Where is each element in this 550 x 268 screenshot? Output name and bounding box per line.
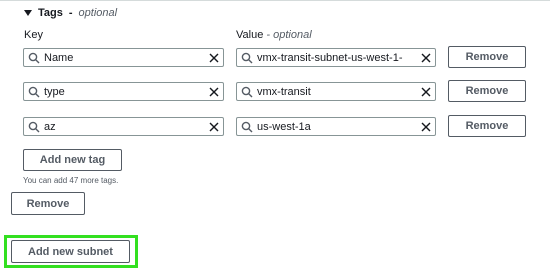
tags-section-title: Tags [38,7,63,19]
search-icon [24,121,44,133]
close-icon[interactable] [205,122,223,132]
close-icon[interactable] [205,87,223,97]
tags-section-optional: optional [78,7,118,19]
caret-down-icon[interactable] [24,10,32,16]
close-icon[interactable] [417,53,435,63]
tags-section-header[interactable]: Tags - optional [24,6,117,20]
remove-tag-button[interactable]: Remove [448,46,526,68]
add-new-subnet-button[interactable]: Add new subnet [11,240,130,263]
search-icon [237,86,257,98]
close-icon[interactable] [417,87,435,97]
tags-section-separator: - [68,7,73,19]
add-new-tag-button[interactable]: Add new tag [23,149,122,171]
close-icon[interactable] [417,122,435,132]
tag-limit-hint: You can add 47 more tags. [23,176,119,185]
search-icon [24,86,44,98]
tag-key-value: az [44,120,56,133]
remove-tag-button[interactable]: Remove [448,115,526,137]
tag-value-value: vmx-transit-subnet-us-west-1- [257,51,403,64]
tag-key-value: Name [44,51,74,64]
tag-value-input[interactable]: us-west-1a [236,117,436,136]
tag-key-input[interactable]: type [23,82,224,101]
tag-key-value: type [44,85,65,98]
section-divider [0,0,550,1]
remove-tag-button[interactable]: Remove [448,80,526,102]
close-icon[interactable] [205,53,223,63]
tag-value-input[interactable]: vmx-transit [236,82,436,101]
tag-value-input[interactable]: vmx-transit-subnet-us-west-1- [236,48,436,67]
tag-key-input[interactable]: Name [23,48,224,67]
search-icon [237,121,257,133]
key-column-label: Key [24,29,43,41]
value-column-label: Value - optional [236,29,312,41]
search-icon [237,52,257,64]
remove-subnet-button[interactable]: Remove [11,192,85,215]
tag-value-value: us-west-1a [257,120,311,133]
search-icon [24,52,44,64]
tag-value-value: vmx-transit [257,85,311,98]
tag-key-input[interactable]: az [23,117,224,136]
